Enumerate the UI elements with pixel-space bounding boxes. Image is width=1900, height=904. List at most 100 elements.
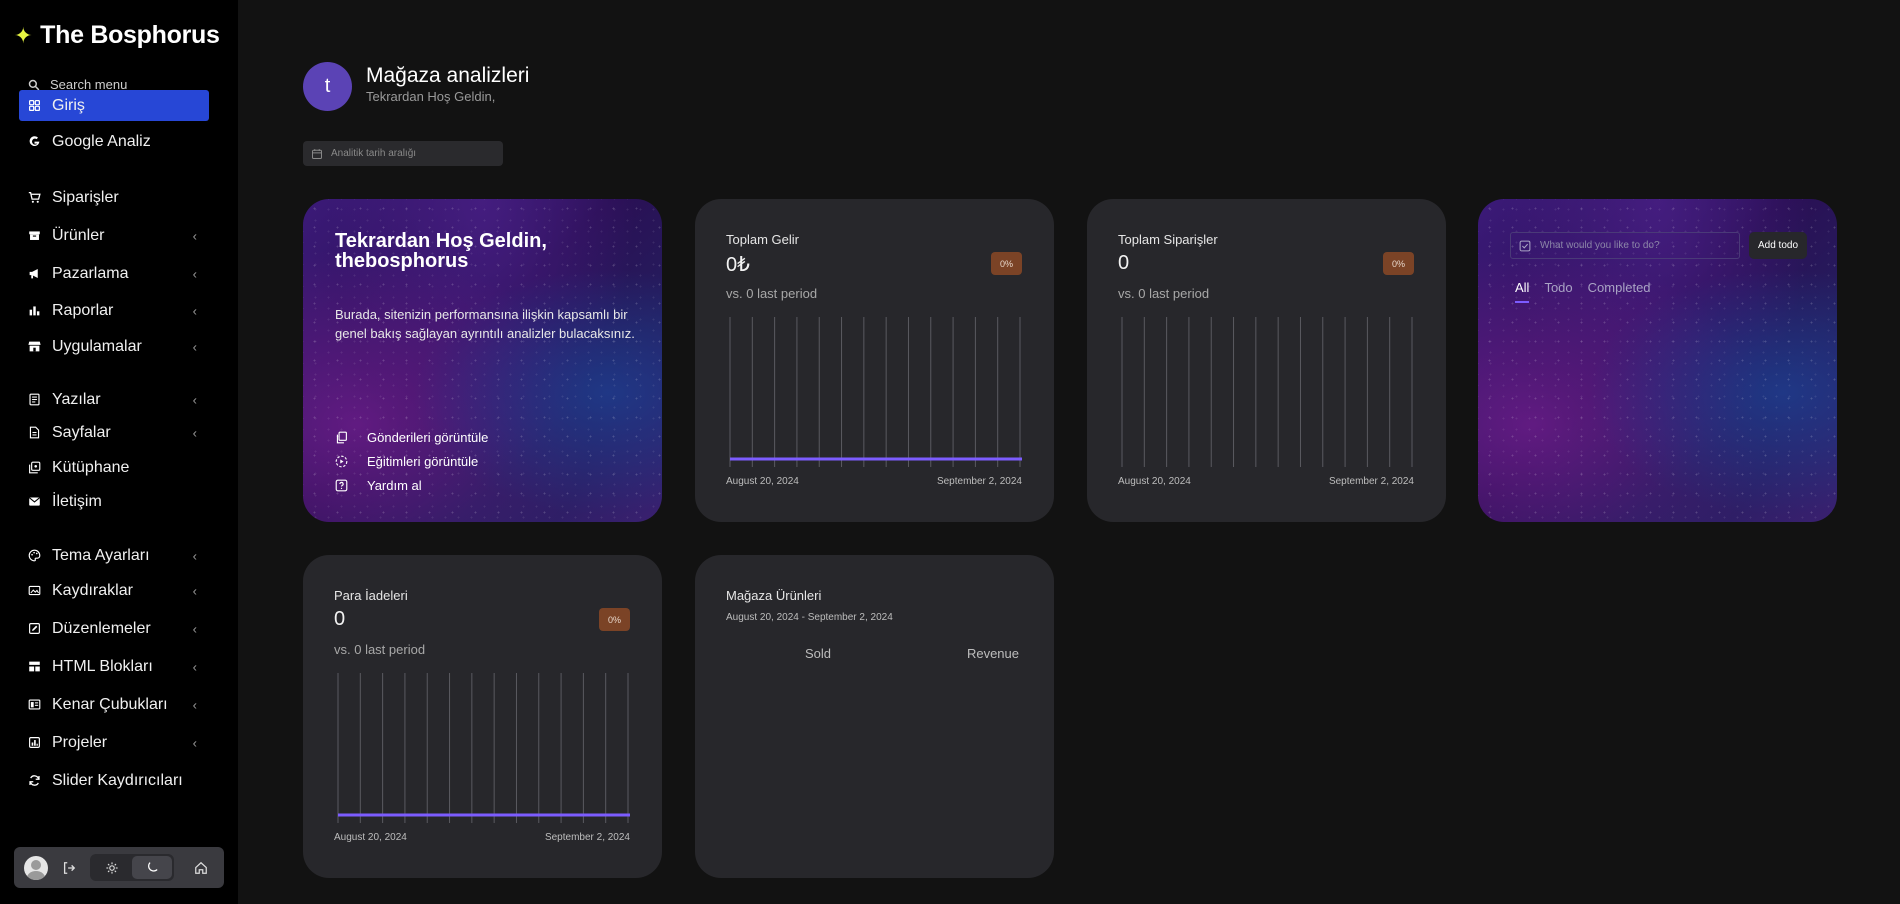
chevron-left-icon: ‹: [192, 697, 197, 712]
sidebar-item-16[interactable]: Projeler ‹: [19, 727, 209, 758]
logout-icon[interactable]: [62, 861, 76, 875]
sidebar-item-8[interactable]: Sayfalar ‹: [19, 417, 209, 448]
tab-todo[interactable]: Todo: [1544, 280, 1572, 303]
sidebar-item-3[interactable]: Ürünler ‹: [19, 220, 209, 251]
store-products-range: August 20, 2024 - September 2, 2024: [726, 612, 893, 623]
sidebar-item-label: İletişim: [52, 492, 102, 510]
tab-all[interactable]: All: [1515, 280, 1530, 303]
calendar-icon: [312, 148, 322, 159]
sidebar-item-10[interactable]: İletişim: [19, 486, 209, 517]
todo-placeholder: What would you like to do?: [1540, 240, 1660, 251]
stat-value: 0: [1118, 252, 1130, 274]
view-posts-label: Gönderileri görüntüle: [367, 429, 489, 445]
sidebar-item-12[interactable]: Kaydıraklar ‹: [19, 575, 209, 606]
chevron-left-icon: ‹: [192, 303, 197, 318]
stat-value: 0: [334, 608, 346, 630]
sparkle-icon: ✦: [14, 22, 33, 48]
view-tutorials-link[interactable]: Eğitimleri görüntüle: [335, 449, 488, 473]
sidebar-item-label: Projeler: [52, 733, 108, 751]
stat-badge: 0%: [599, 608, 630, 631]
todo-card: What would you like to do? Add todo All …: [1478, 199, 1837, 522]
column-header-sold: Sold: [805, 646, 832, 661]
store-products-title: Mağaza Ürünleri: [726, 588, 822, 603]
welcome-links: Gönderileri görüntüle Eğitimleri görüntü…: [335, 425, 488, 497]
chart-end-date: September 2, 2024: [544, 832, 630, 843]
tab-completed[interactable]: Completed: [1588, 280, 1651, 303]
user-avatar[interactable]: [24, 855, 48, 880]
main-content: t Mağaza analizleri Tekrardan Hoş Geldin…: [238, 0, 1900, 904]
welcome-description: Burada, sitenizin performansına ilişkin …: [335, 307, 635, 341]
sidebar-item-label: Raporlar: [52, 301, 114, 319]
library-icon: [28, 461, 41, 474]
welcome-title-line2: thebosphorus: [335, 250, 469, 272]
sidebar: ✦ The Bosphorus Search menu Giriş Google …: [0, 0, 238, 904]
home-icon[interactable]: [194, 861, 208, 875]
stat-card-orders: Toplam Siparişler 0 0% vs. 0 last period…: [1087, 199, 1446, 522]
chart-start-date: August 20, 2024: [334, 832, 407, 843]
get-help-link[interactable]: Yardım al: [335, 473, 488, 497]
bar-chart-icon: [28, 304, 41, 317]
sidebar-item-7[interactable]: Yazılar ‹: [19, 384, 209, 415]
stat-label: Toplam Gelir: [726, 232, 799, 247]
play-circle-icon: [335, 455, 348, 467]
sidebar-item-15[interactable]: Kenar Çubukları ‹: [19, 689, 209, 720]
refunds-chart: [337, 673, 630, 823]
stat-badge: 0%: [1383, 252, 1414, 275]
page-title: Mağaza analizleri: [366, 64, 530, 87]
logo[interactable]: ✦ The Bosphorus: [14, 21, 220, 50]
sidebar-item-1[interactable]: Google Analiz: [19, 126, 209, 157]
sidebar-item-2[interactable]: Siparişler: [19, 182, 209, 213]
sidebar-item-label: Kenar Çubukları: [52, 695, 168, 713]
date-range-picker[interactable]: Analitik tarih aralığı: [303, 141, 503, 166]
chart-end-date: September 2, 2024: [936, 476, 1022, 487]
chevron-left-icon: ‹: [192, 266, 197, 281]
theme-toggle[interactable]: [90, 854, 174, 881]
stat-comparison: vs. 0 last period: [334, 642, 426, 657]
blocks-icon: [28, 660, 41, 673]
orders-chart: [1121, 317, 1413, 467]
sun-icon[interactable]: [92, 856, 132, 879]
chevron-left-icon: ‹: [192, 735, 197, 750]
sidebar-item-label: Yazılar: [52, 390, 101, 408]
sidebar-item-label: Slider Kaydırıcıları: [52, 771, 183, 789]
slides-icon: [28, 584, 41, 597]
sidebar-item-9[interactable]: Kütüphane: [19, 452, 209, 483]
moon-icon[interactable]: [132, 856, 172, 879]
search-icon: [28, 79, 40, 90]
revenue-chart: [729, 317, 1022, 467]
mail-icon: [28, 495, 41, 508]
refresh-icon: [28, 774, 41, 787]
sidebar-item-17[interactable]: Slider Kaydırıcıları: [19, 765, 209, 796]
sidebar-item-13[interactable]: Düzenlemeler ‹: [19, 613, 209, 644]
view-posts-link[interactable]: Gönderileri görüntüle: [335, 425, 488, 449]
store-avatar: t: [303, 62, 352, 111]
chart-end-date: September 2, 2024: [1328, 476, 1414, 487]
copy-icon: [336, 431, 347, 443]
sidebar-item-4[interactable]: Pazarlama ‹: [19, 258, 209, 289]
chevron-left-icon: ‹: [192, 548, 197, 563]
stat-label: Para İadeleri: [334, 588, 408, 603]
chevron-left-icon: ‹: [192, 228, 197, 243]
welcome-card: Tekrardan Hoş Geldin, thebosphorus Burad…: [303, 199, 662, 522]
help-icon: [335, 479, 348, 491]
stat-comparison: vs. 0 last period: [726, 286, 818, 301]
welcome-title: Tekrardan Hoş Geldin, thebosphorus: [335, 231, 635, 271]
sidebar-item-0[interactable]: Giriş: [19, 90, 209, 121]
chevron-left-icon: ‹: [192, 621, 197, 636]
stat-value: 0₺: [726, 254, 750, 276]
cart-icon: [28, 191, 41, 204]
projects-icon: [28, 736, 41, 749]
sidebar-item-6[interactable]: Uygulamalar ‹: [19, 331, 209, 362]
sidebar-item-label: Sayfalar: [52, 423, 111, 441]
todo-input[interactable]: What would you like to do?: [1510, 232, 1740, 259]
store-products-card: Mağaza Ürünleri August 20, 2024 - Septem…: [695, 555, 1054, 878]
date-range-placeholder: Analitik tarih aralığı: [331, 148, 417, 159]
page-icon: [28, 426, 41, 439]
document-icon: [28, 393, 41, 406]
sidebar-item-11[interactable]: Tema Ayarları ‹: [19, 540, 209, 571]
sidebar-item-5[interactable]: Raporlar ‹: [19, 295, 209, 326]
get-help-label: Yardım al: [367, 477, 422, 493]
stat-card-refunds: Para İadeleri 0 0% vs. 0 last period Aug…: [303, 555, 662, 878]
add-todo-button[interactable]: Add todo: [1749, 232, 1807, 259]
sidebar-item-14[interactable]: HTML Blokları ‹: [19, 651, 209, 682]
